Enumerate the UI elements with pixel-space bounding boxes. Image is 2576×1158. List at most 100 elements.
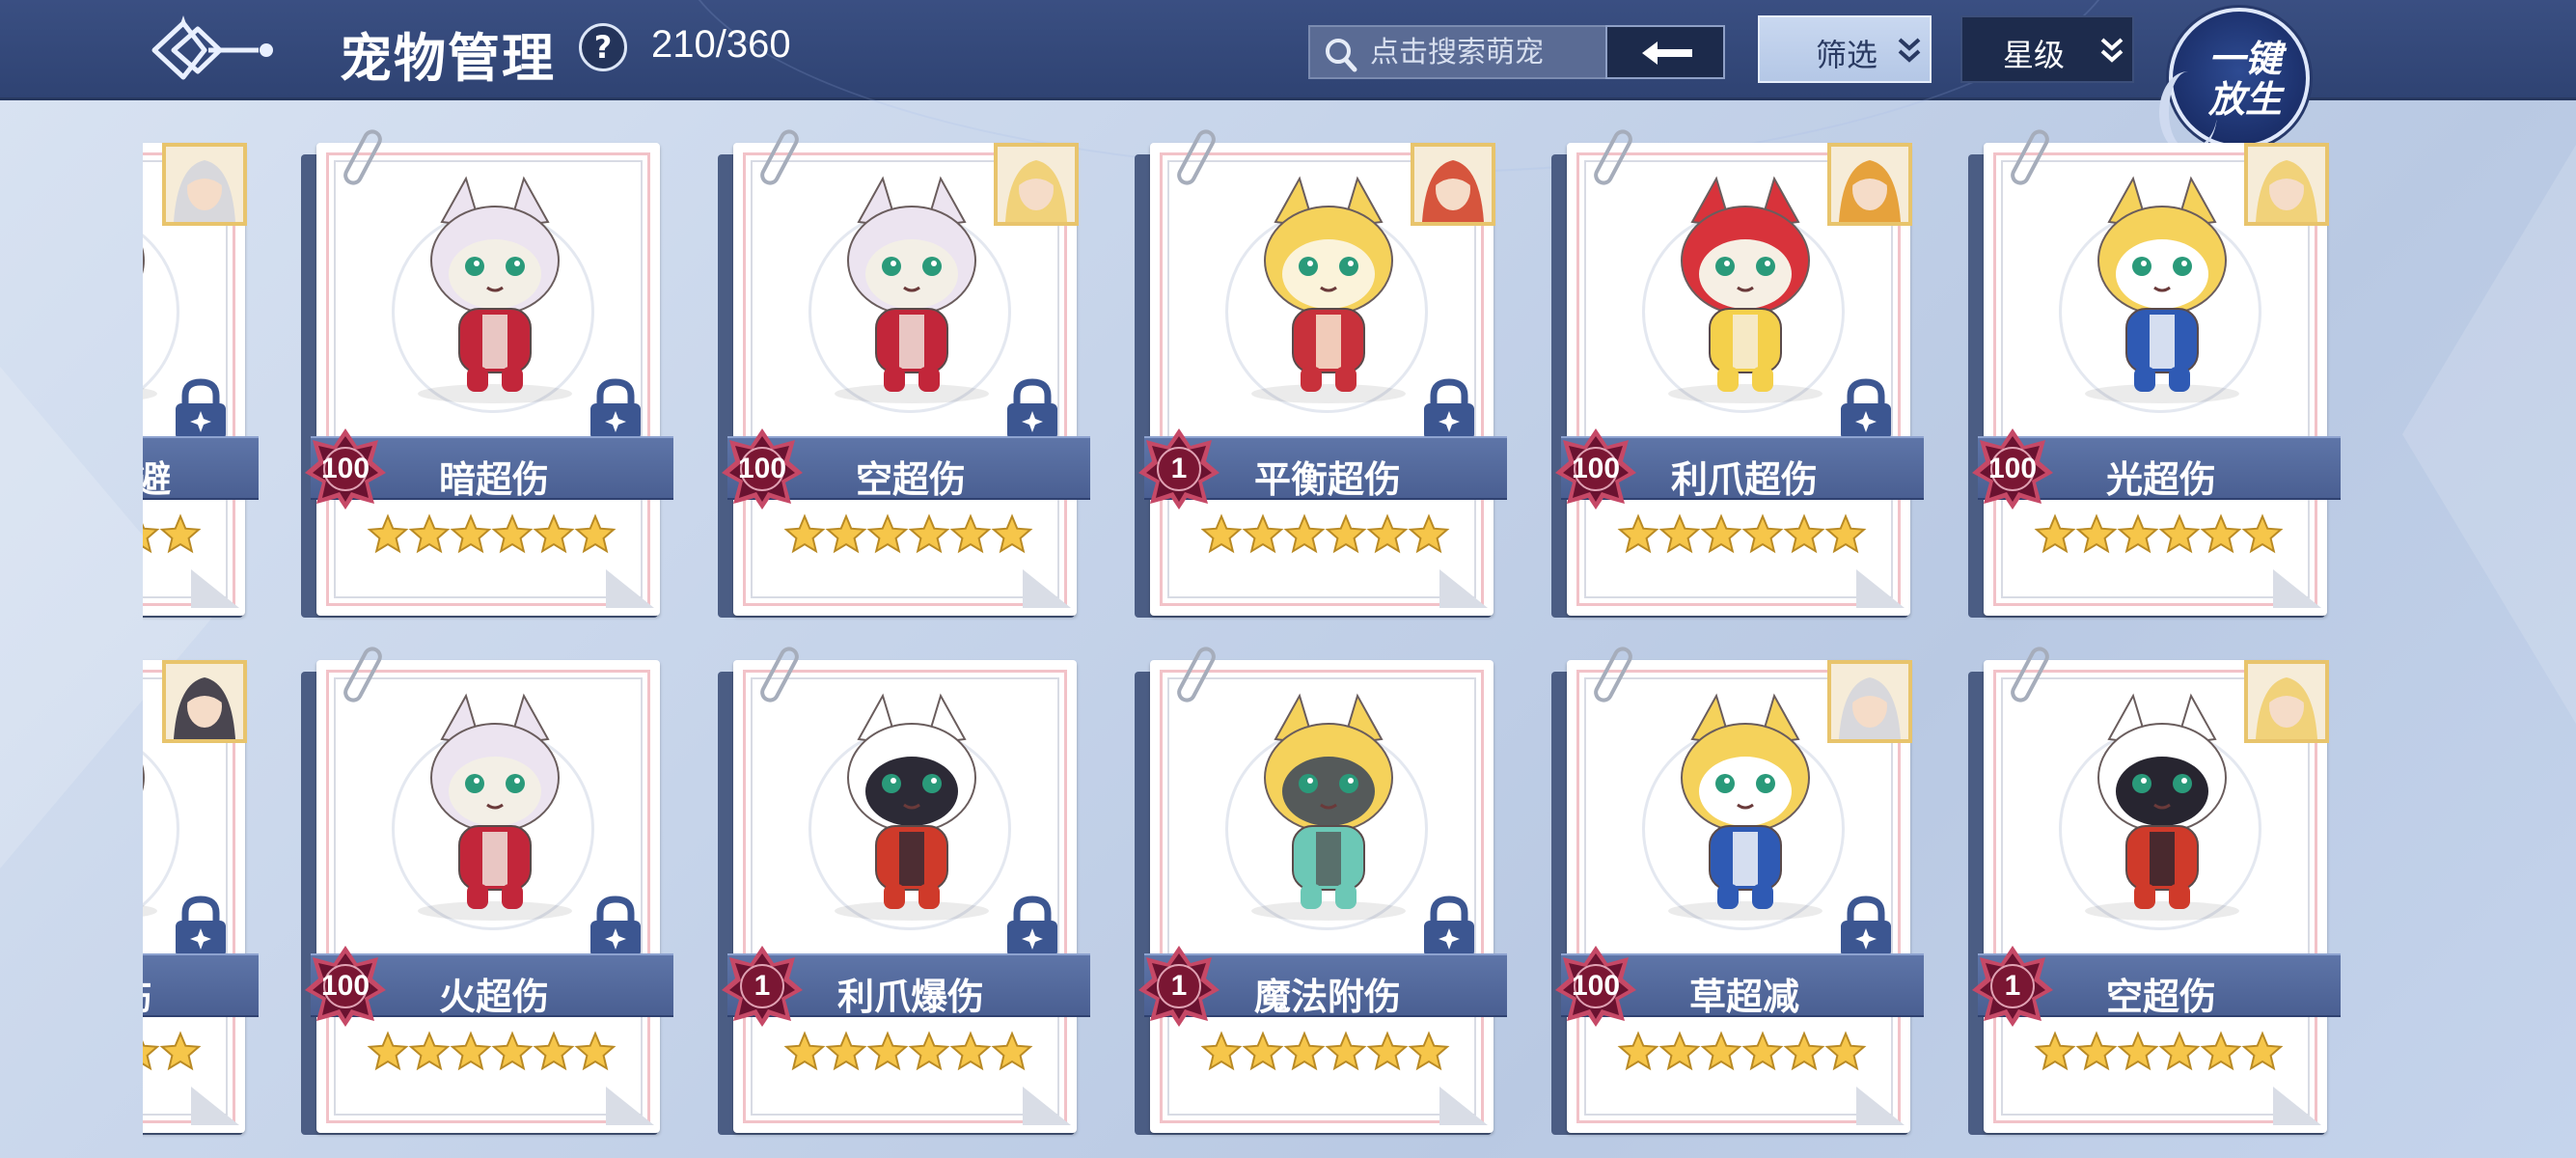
pet-card[interactable]: 暗超伤 100: [301, 125, 673, 627]
pet-card[interactable]: 空超伤 100: [718, 125, 1090, 627]
portrait-face: [1831, 147, 1908, 222]
lock-icon[interactable]: [1001, 896, 1063, 959]
star-icon: [866, 1031, 909, 1071]
star-rating: [367, 1031, 617, 1071]
star-icon: [159, 513, 202, 554]
star-level-button[interactable]: 星级: [1960, 15, 2134, 83]
pet-sprite-green-cat: [1251, 693, 1406, 921]
pet-name: 大天使闪避: [143, 458, 171, 501]
master-portrait: [2244, 143, 2329, 226]
lock-icon[interactable]: [1418, 378, 1480, 442]
back-emblem-icon[interactable]: [145, 12, 280, 89]
pet-grid: 大天使闪避: [143, 125, 2431, 1158]
pet-name: 平衡附伤: [143, 967, 224, 1020]
star-icon: [408, 513, 451, 554]
level-badge: 100: [303, 944, 388, 1029]
level-badge: 1: [720, 944, 805, 1029]
pet-card[interactable]: 火超伤 100: [301, 643, 673, 1144]
chevron-down-icon: [1898, 38, 1921, 63]
star-rating: [1200, 1031, 1450, 1071]
top-bar: 宠物管理 ? 210/360 筛选 星级 一键 放生: [0, 0, 2576, 174]
star-icon: [1741, 1031, 1784, 1071]
star-icon: [1700, 513, 1742, 554]
star-icon: [159, 1031, 202, 1071]
star-icon: [991, 513, 1033, 554]
star-icon: [866, 513, 909, 554]
pet-name: 利爪超伤: [1670, 458, 1818, 501]
pet-card[interactable]: 平衡附伤: [143, 652, 259, 1144]
search-box[interactable]: [1308, 25, 1607, 79]
star-icon: [367, 1031, 409, 1071]
lock-icon[interactable]: [585, 378, 646, 442]
star-icon: [1366, 1031, 1409, 1071]
pet-card[interactable]: 利爪超伤 100: [1551, 125, 1924, 627]
lock-icon[interactable]: [585, 896, 646, 959]
pet-card[interactable]: 草超减 100: [1551, 643, 1924, 1144]
star-icon: [1283, 513, 1326, 554]
star-icon: [491, 513, 534, 554]
pet-name: 平衡超伤: [1253, 458, 1401, 501]
portrait-face: [998, 147, 1075, 222]
lock-icon[interactable]: [1835, 896, 1897, 959]
star-icon: [1200, 513, 1243, 554]
star-rating: [1200, 513, 1450, 554]
star-rating: [1617, 513, 1867, 554]
star-rating: [367, 513, 617, 554]
star-icon: [533, 1031, 575, 1071]
star-icon: [491, 1031, 534, 1071]
pet-name: 利爪爆伤: [836, 976, 984, 1018]
star-rating: [2034, 1031, 2284, 1071]
lock-icon[interactable]: [170, 896, 232, 959]
pet-card[interactable]: 大天使闪避: [143, 135, 259, 627]
star-rating: [2034, 513, 2284, 554]
level-badge: 100: [1553, 427, 1638, 511]
level-badge: 100: [1553, 944, 1638, 1029]
back-button[interactable]: [1605, 25, 1725, 79]
pet-card[interactable]: 魔法附伤 1: [1135, 643, 1507, 1144]
star-icon: [2075, 1031, 2118, 1071]
star-rating: [1617, 1031, 1867, 1071]
star-icon: [1325, 1031, 1367, 1071]
pet-card[interactable]: 利爪爆伤 1: [718, 643, 1090, 1144]
portrait-face: [2248, 147, 2325, 222]
master-portrait: [162, 143, 247, 226]
chevron-down-icon: [2100, 38, 2124, 63]
pet-name: 魔法附伤: [1253, 976, 1401, 1018]
page-title: 宠物管理: [340, 27, 556, 89]
portrait-face: [2248, 664, 2325, 739]
pet-sprite-white-fox: [418, 693, 572, 921]
lock-icon[interactable]: [1835, 378, 1897, 442]
filter-button[interactable]: 筛选: [1758, 15, 1932, 83]
pet-card[interactable]: 空超伤 1: [1968, 643, 2341, 1144]
filter-label: 筛选: [1816, 37, 1878, 73]
pet-level: 1: [2004, 970, 2021, 1002]
star-icon: [1783, 513, 1825, 554]
star-icon: [1366, 513, 1409, 554]
star-icon: [783, 513, 826, 554]
master-portrait: [162, 660, 247, 743]
star-icon: [143, 522, 160, 554]
pet-name: 暗超伤: [438, 458, 549, 501]
lock-icon[interactable]: [170, 378, 232, 442]
star-icon: [1824, 1031, 1867, 1071]
pet-name: 空超伤: [2105, 976, 2216, 1018]
help-button[interactable]: ?: [579, 23, 627, 71]
star-icon: [450, 1031, 492, 1071]
pet-card[interactable]: 平衡超伤 1: [1135, 125, 1507, 627]
star-icon: [1617, 1031, 1659, 1071]
lock-icon[interactable]: [1001, 378, 1063, 442]
pet-name: 光超伤: [2105, 458, 2216, 501]
star-icon: [2158, 1031, 2201, 1071]
star-icon: [450, 513, 492, 554]
star-icon: [1408, 513, 1450, 554]
pet-name: 草超减: [1688, 976, 1799, 1018]
search-input[interactable]: [1370, 27, 1602, 77]
pet-name-band: 平衡附伤: [143, 953, 259, 1020]
lock-icon[interactable]: [1418, 896, 1480, 959]
star-icon: [1658, 513, 1701, 554]
level-badge: 100: [720, 427, 805, 511]
star-icon: [2075, 513, 2118, 554]
star-icon: [908, 513, 950, 554]
pet-card[interactable]: 光超伤 100: [1968, 125, 2341, 627]
master-portrait: [1827, 143, 1912, 226]
